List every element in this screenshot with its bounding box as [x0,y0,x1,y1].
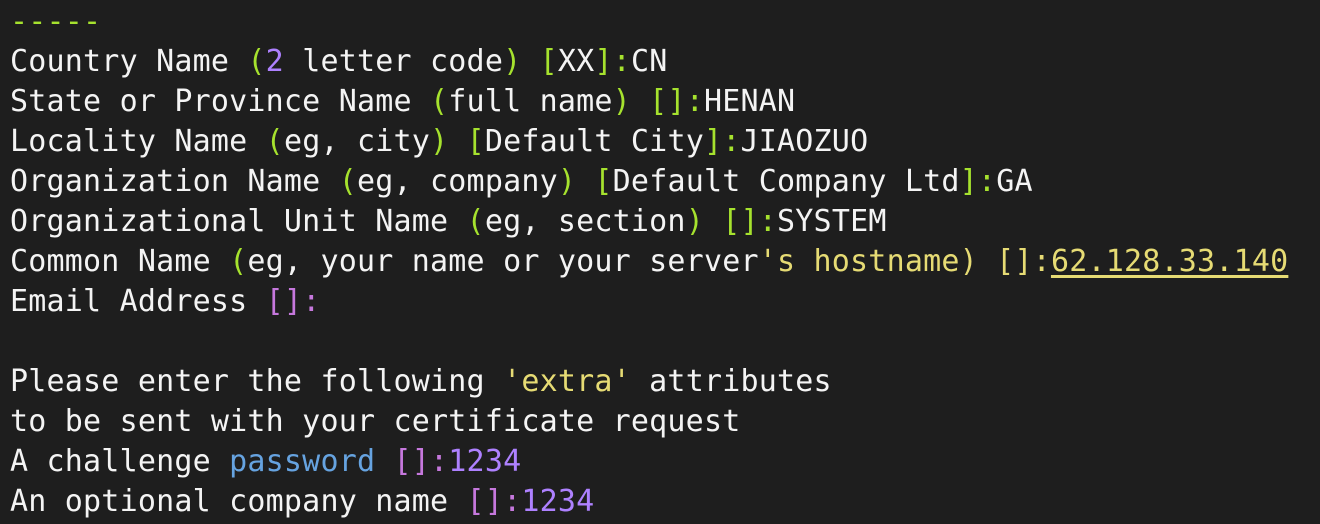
terminal-text-segment: 1234 [448,444,522,479]
terminal-text-segment: ) [959,244,978,279]
terminal-text-segment: 'extra' [503,364,631,399]
terminal-line: Locality Name (eg, city) [Default City]:… [10,122,1320,162]
terminal-text-segment: Country Name [10,44,248,79]
terminal-line: An optional company name []:1234 [10,482,1320,522]
terminal-text-segment: Common Name [10,244,230,279]
terminal-text-segment: password [229,444,376,479]
terminal-text-segment: ( [338,164,357,199]
terminal-text-segment: Default City [484,124,704,159]
terminal-text-segment: CN [630,44,668,79]
terminal-line: State or Province Name (full name) []:HE… [10,82,1320,122]
terminal-output: ----- Country Name (2 letter code) [XX]:C… [0,2,1320,524]
terminal-text-segment: SYSTEM [777,204,887,239]
terminal-text-segment: eg, company [356,164,558,199]
terminal-text-segment: []: [466,484,522,519]
terminal-text-segment: ( [265,124,284,159]
terminal-text-segment: eg, city [283,124,431,159]
terminal-text-segment: JIAOZUO [740,124,869,159]
terminal-text-segment: ( [247,44,266,79]
terminal-line: A challenge password []:1234 [10,442,1320,482]
terminal-text-segment: full name [448,84,613,119]
terminal-text-segment: ( [229,244,248,279]
terminal-text-segment: attributes [630,364,832,399]
terminal-text-segment: Locality Name [10,124,266,159]
terminal-text-segment: [ [539,44,558,79]
terminal-text-segment: ----- [10,4,102,39]
terminal-text-segment: ) [685,204,704,239]
terminal-text-segment: [ [466,124,485,159]
terminal-text-segment: HENAN [703,84,796,119]
terminal-text-segment: eg, section [484,204,686,239]
terminal-text-segment[interactable]: 62.128.33.140 [1051,244,1288,279]
terminal-text-segment: An optional company name [10,484,467,519]
terminal-text-segment: ]: [959,164,997,199]
terminal-text-segment: ) [503,44,522,79]
terminal-text-segment: ) [430,124,449,159]
terminal-text-segment: [ [594,164,613,199]
terminal-text-segment: 's hostname [758,244,960,279]
terminal-text-segment: to be sent with your certificate request [10,404,741,439]
terminal-line: Country Name (2 letter code) [XX]:CN [10,42,1320,82]
terminal-text-segment: 1234 [521,484,595,519]
terminal-text-segment: []: [393,444,449,479]
terminal-text-segment: ]: [703,124,741,159]
terminal-text-segment: Please enter the following [10,364,504,399]
terminal-text-segment: State or Province Name [10,84,431,119]
terminal-text-segment: 2 [265,44,284,79]
terminal-text-segment: []: [649,84,704,119]
terminal-text-segment: ]: [594,44,631,79]
terminal-text-segment: []: [996,244,1051,279]
terminal-line: to be sent with your certificate request [10,402,1320,442]
terminal-text-segment: []: [722,204,778,239]
terminal-text-segment: Organizational Unit Name [10,204,467,239]
terminal-line: ----- [10,2,1320,42]
terminal-line: Organization Name (eg, company) [Default… [10,162,1320,202]
terminal-line: Common Name (eg, your name or your serve… [10,242,1320,282]
terminal-text-segment: ) [557,164,577,199]
terminal-text-segment: eg, your name or your server [247,244,759,279]
terminal-text-segment: ) [612,84,631,119]
terminal-line: Please enter the following 'extra' attri… [10,362,1320,402]
terminal-text-segment: Email Address [10,284,266,319]
terminal-text-segment: GA [996,164,1033,199]
terminal-text-segment: letter code [283,44,504,79]
terminal-line: Organizational Unit Name (eg, section) [… [10,202,1320,242]
terminal-text-segment: ( [466,204,485,239]
terminal-text-segment: Default Company Ltd [612,164,960,199]
terminal-text-segment: XX [557,44,595,79]
terminal-text-segment: A challenge [10,444,230,479]
terminal-line: Email Address []: [10,282,1320,322]
terminal-text-segment: Organization Name [10,164,339,199]
terminal-text-segment: ( [430,84,449,119]
terminal-text-segment: []: [265,284,321,319]
